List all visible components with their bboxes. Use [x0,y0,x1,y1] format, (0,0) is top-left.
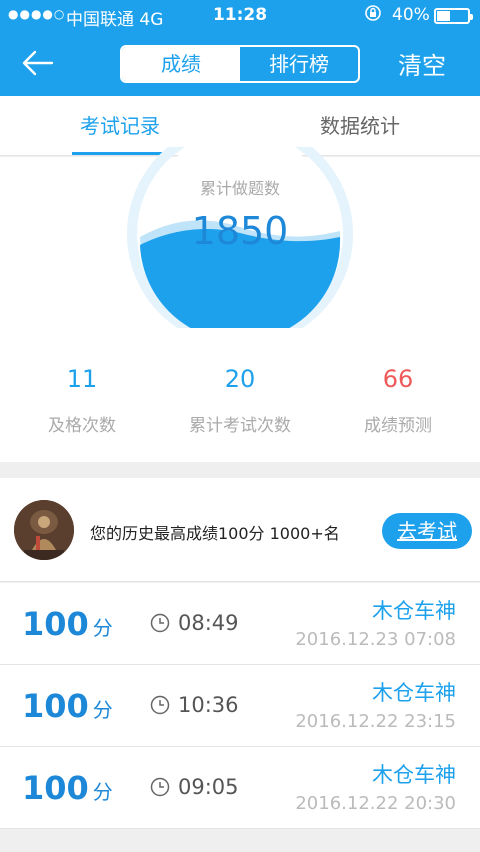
record-duration: 10:36 [178,693,239,717]
record-duration: 08:49 [178,611,239,635]
stat-score-prediction: 66 成绩预测 [318,365,478,436]
stat-label: 及格次数 [48,416,116,436]
clock-icon [150,777,170,797]
record-score: 100 分 [22,605,113,643]
top-bar: ●●●●○ 中国联通 4G 11:28 40% 成绩 排行榜 清空 [0,0,480,96]
gauge-value: 1850 [191,209,289,253]
segment-scores[interactable]: 成绩 [122,47,240,81]
stat-value: 66 [382,365,414,393]
status-bar: ●●●●○ 中国联通 4G 11:28 40% [0,0,480,32]
record-score: 100 分 [22,769,113,807]
record-date: 2016.12.23 07:08 [295,629,456,650]
stat-label: 成绩预测 [364,416,432,436]
stat-value: 20 [224,365,256,393]
clock-icon [150,695,170,715]
back-arrow-icon[interactable] [20,48,56,78]
stat-label: 累计考试次数 [189,416,291,436]
profile-summary: 您的历史最高成绩100分 1000+名 去考试 [0,478,480,582]
clock-icon [150,613,170,633]
battery-percent: 40% [392,5,430,25]
nav-bar: 成绩 排行榜 清空 [0,40,480,88]
record-name: 木仓车神 [372,681,456,705]
record-duration: 09:05 [178,775,239,799]
record-date: 2016.12.22 20:30 [295,793,456,814]
rotation-lock-icon [364,4,382,26]
clear-button[interactable]: 清空 [398,46,446,81]
stat-total-exams: 20 累计考试次数 [160,365,320,436]
segment-ranking[interactable]: 排行榜 [240,47,358,81]
avatar [14,500,74,560]
list-item[interactable]: 100 分 10:36 木仓车神 2016.12.22 23:15 [0,665,480,747]
best-score-text: 您的历史最高成绩100分 1000+名 [90,524,340,543]
take-exam-button[interactable]: 去考试 [382,513,472,549]
battery-icon [434,8,473,24]
segmented-control: 成绩 排行榜 [120,45,360,83]
gauge-label: 累计做题数 [199,179,280,198]
record-score: 100 分 [22,687,113,725]
stat-passed: 11 及格次数 [2,365,162,436]
record-name: 木仓车神 [372,599,456,623]
statistics-panel: 累计做题数 1850 11 及格次数 20 累计考试次数 66 成绩预测 [0,147,480,462]
record-date: 2016.12.22 23:15 [295,711,456,732]
list-item[interactable]: 100 分 08:49 木仓车神 2016.12.23 07:08 [0,583,480,665]
record-name: 木仓车神 [372,763,456,787]
list-item[interactable]: 100 分 09:05 木仓车神 2016.12.22 20:30 [0,747,480,829]
stat-value: 11 [66,365,98,393]
exam-records-list: 100 分 08:49 木仓车神 2016.12.23 07:08 100 分 10… [0,583,480,829]
